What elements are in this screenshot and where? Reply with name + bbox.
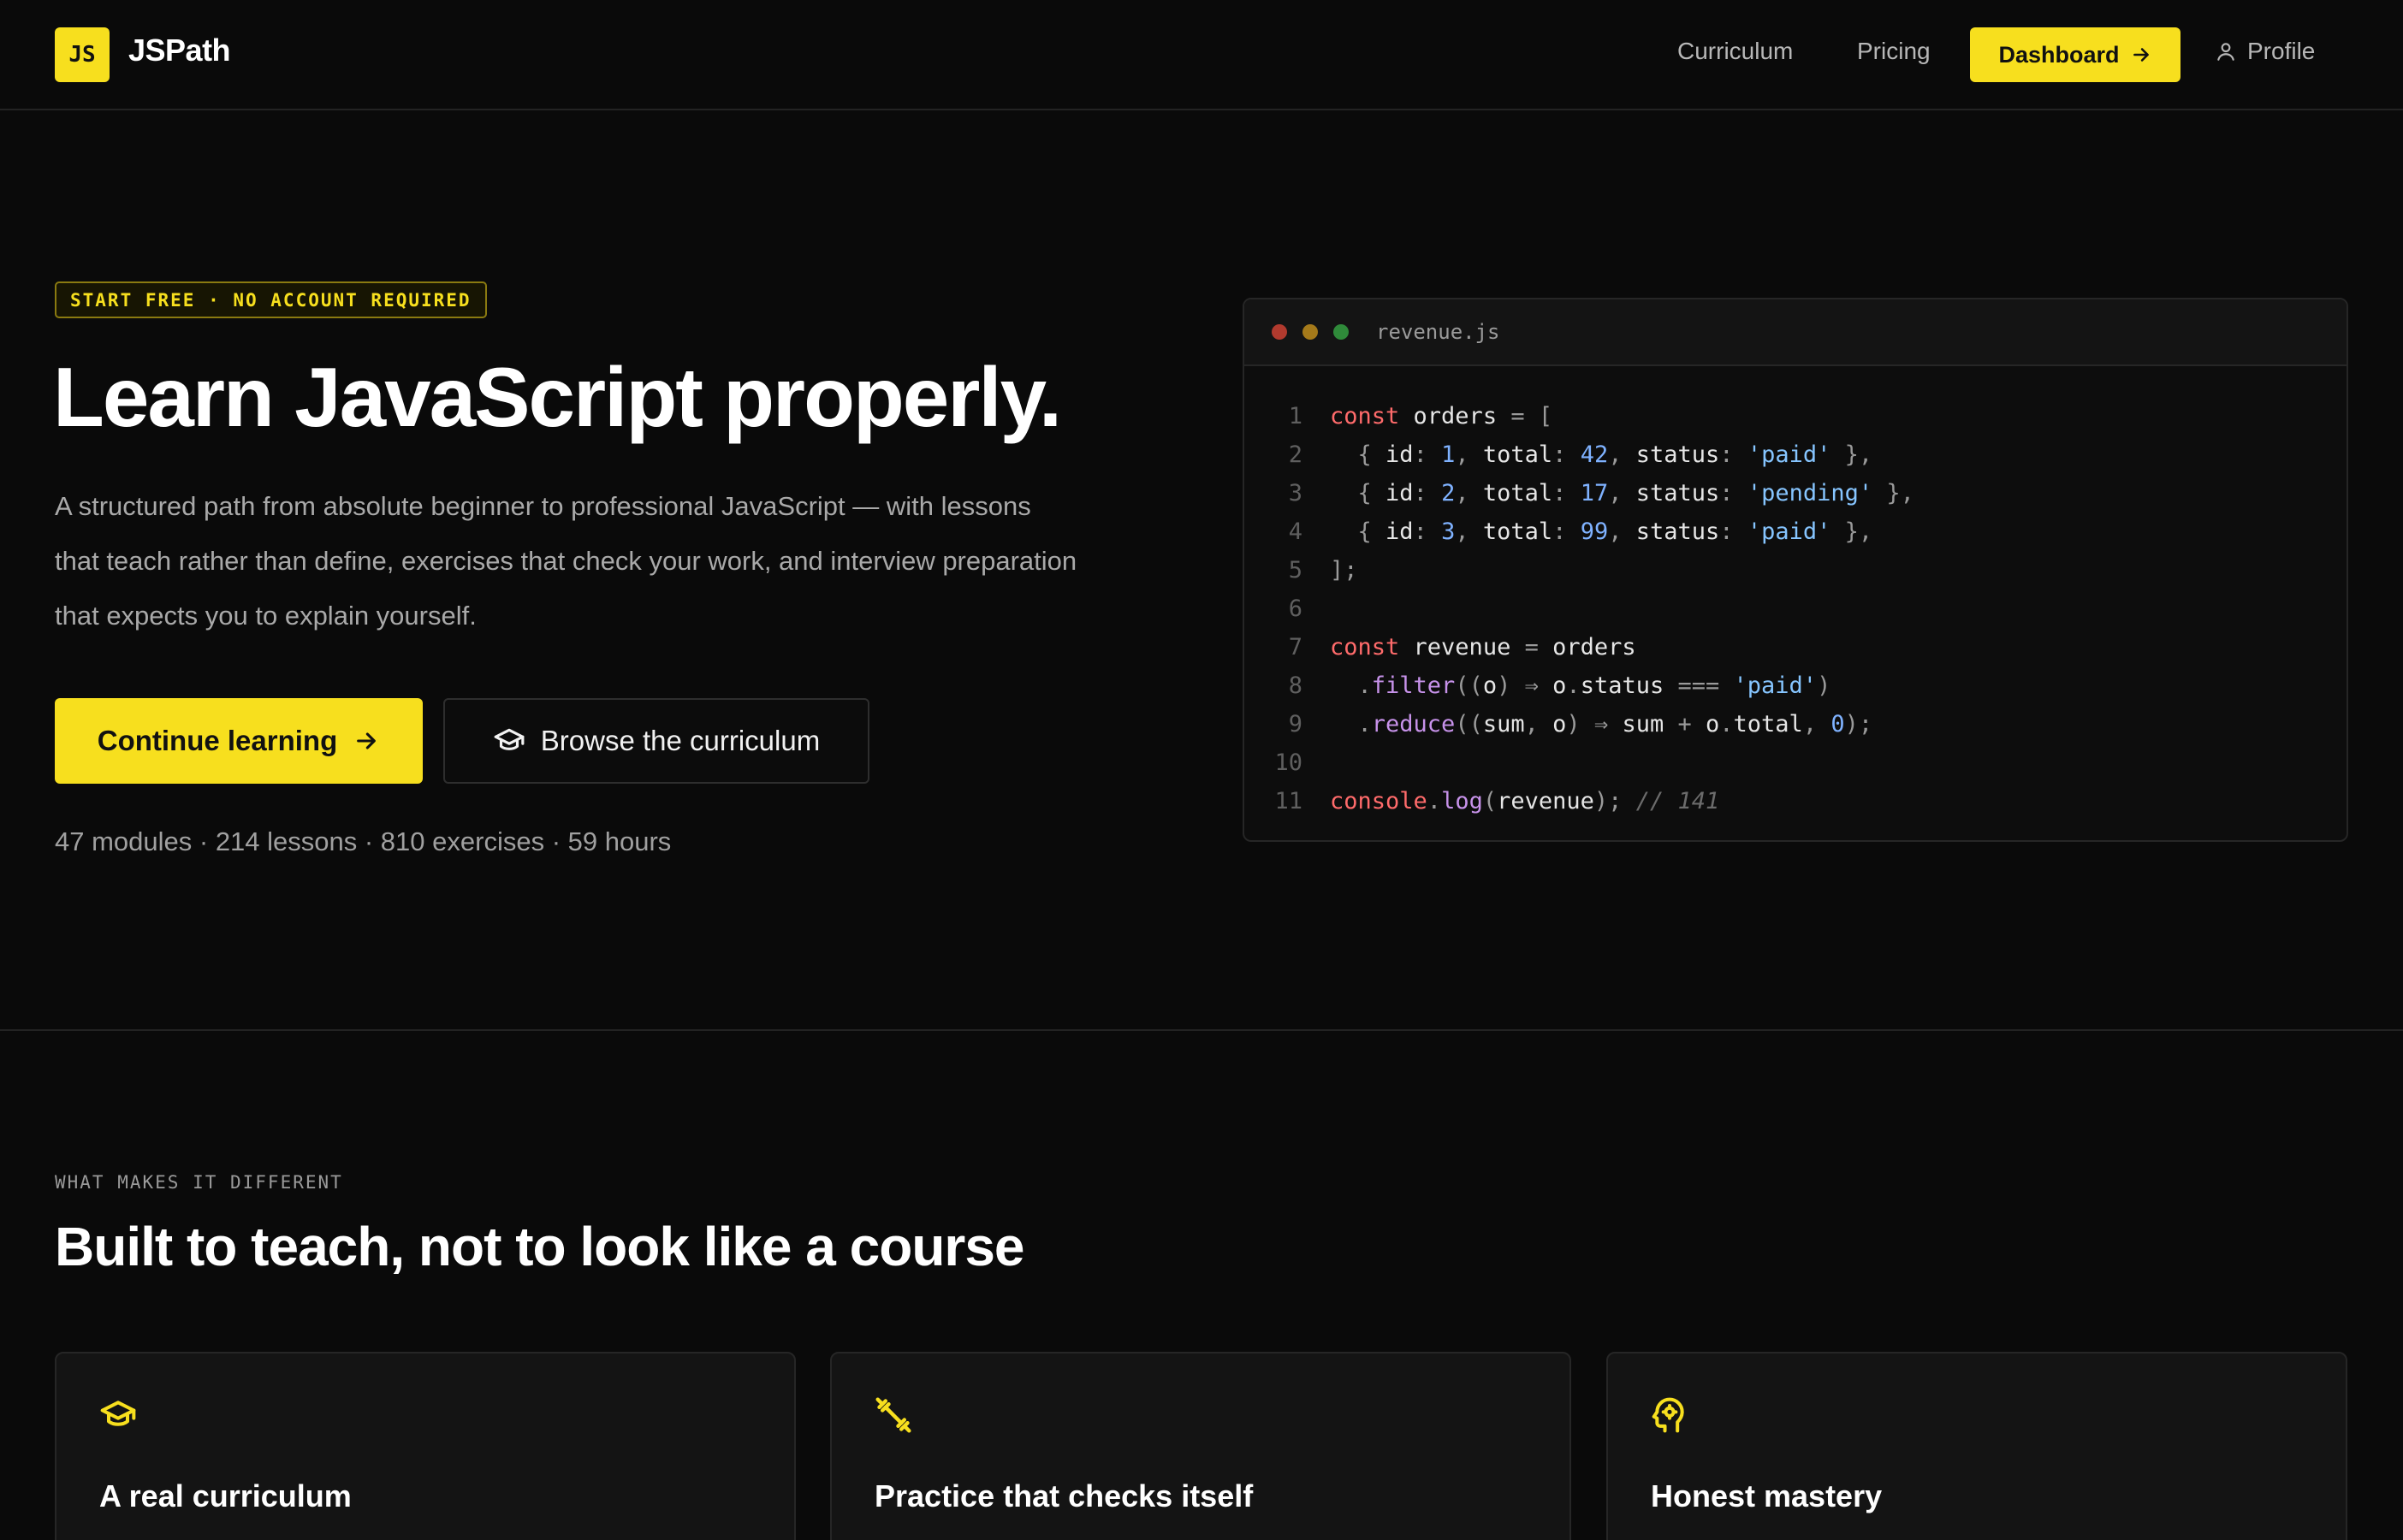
code-filename: revenue.js [1376, 320, 1500, 344]
profile-label: Profile [2247, 38, 2316, 64]
feature-card-mastery: Honest mastery [1606, 1352, 2347, 1540]
feature-card-title: A real curriculum [99, 1478, 352, 1513]
code-line: 10 [1244, 743, 2347, 782]
code-line: 3 { id: 2, total: 17, status: 'pending' … [1244, 474, 2347, 512]
code-line: 1 const orders = [ [1244, 397, 2347, 435]
brain-head-icon [1651, 1396, 1688, 1434]
dumbbell-icon [875, 1396, 912, 1434]
feature-card-title: Practice that checks itself [875, 1478, 1254, 1513]
code-text: const orders = [ [1330, 403, 1553, 429]
user-icon [2215, 40, 2237, 62]
feature-card-title: Honest mastery [1651, 1478, 1883, 1513]
code-text: const revenue = orders [1330, 634, 1636, 660]
nav-pricing-link[interactable]: Pricing [1857, 38, 1931, 65]
maximize-dot-icon [1333, 324, 1349, 340]
line-number: 10 [1274, 749, 1302, 776]
line-number: 2 [1288, 441, 1302, 468]
line-number: 8 [1288, 672, 1302, 699]
code-line: 8 .filter((o) ⇒ o.status === 'paid') [1244, 666, 2347, 705]
code-text: { id: 3, total: 99, status: 'paid' }, [1357, 518, 1873, 545]
code-line: 11 console.log(revenue); // 141 [1244, 782, 2347, 820]
code-editor-window: revenue.js 1 const orders = [ 2 { id: 1, … [1243, 298, 2348, 842]
code-line: 2 { id: 1, total: 42, status: 'paid' }, [1244, 435, 2347, 474]
line-number: 11 [1274, 788, 1302, 814]
code-text: { id: 1, total: 42, status: 'paid' }, [1357, 441, 1873, 468]
hero-description: A structured path from absolute beginner… [55, 491, 1077, 631]
brand-name[interactable]: JSPath [128, 33, 231, 68]
dashboard-button[interactable]: Dashboard [1970, 27, 2180, 82]
hero-title: Learn JavaScript properly. [53, 350, 1062, 444]
code-text: { id: 2, total: 17, status: 'pending' }, [1357, 480, 1914, 506]
section-divider [0, 1029, 2403, 1031]
line-number: 3 [1288, 480, 1302, 506]
arrow-right-icon [2130, 44, 2152, 66]
dashboard-button-label: Dashboard [1998, 41, 2120, 68]
line-number: 1 [1288, 403, 1302, 429]
browse-curriculum-label: Browse the curriculum [540, 725, 821, 756]
line-number: 4 [1288, 518, 1302, 545]
section-eyebrow: WHAT MAKES IT DIFFERENT [55, 1172, 343, 1193]
start-free-badge: START FREE · NO ACCOUNT REQUIRED [55, 281, 487, 318]
code-window-titlebar: revenue.js [1244, 299, 2347, 366]
graduation-cap-icon [493, 725, 525, 757]
site-header: JS JSPath Curriculum Pricing Dashboard P… [0, 0, 2403, 110]
graduation-cap-icon [99, 1396, 137, 1434]
nav-curriculum-link[interactable]: Curriculum [1677, 38, 1793, 65]
minimize-dot-icon [1302, 324, 1318, 340]
line-number: 6 [1288, 595, 1302, 622]
feature-card-practice: Practice that checks itself [830, 1352, 1571, 1540]
continue-learning-label: Continue learning [97, 725, 338, 756]
code-line: 5]; [1244, 551, 2347, 589]
code-text: console.log(revenue); // 141 [1330, 788, 1720, 814]
line-number: 5 [1288, 557, 1302, 583]
code-body: 1 const orders = [ 2 { id: 1, total: 42, … [1244, 366, 2347, 820]
line-number: 9 [1288, 711, 1302, 737]
feature-card-curriculum: A real curriculum [55, 1352, 796, 1540]
code-line: 9 .reduce((sum, o) ⇒ sum + o.total, 0); [1244, 705, 2347, 743]
section-title: Built to teach, not to look like a cours… [55, 1216, 1024, 1277]
continue-learning-button[interactable]: Continue learning [55, 698, 423, 784]
code-text: .filter((o) ⇒ o.status === 'paid') [1357, 672, 1831, 699]
code-text: .reduce((sum, o) ⇒ sum + o.total, 0); [1357, 711, 1873, 737]
code-line: 6 [1244, 589, 2347, 628]
line-number: 7 [1288, 634, 1302, 660]
close-dot-icon [1272, 324, 1287, 340]
code-line: 7 const revenue = orders [1244, 628, 2347, 666]
course-stats: 47 modules · 214 lessons · 810 exercises… [55, 826, 672, 856]
code-line: 4 { id: 3, total: 99, status: 'paid' }, [1244, 512, 2347, 551]
code-text: ]; [1330, 557, 1358, 583]
browse-curriculum-button[interactable]: Browse the curriculum [443, 698, 869, 784]
profile-link[interactable]: Profile [2215, 38, 2315, 65]
arrow-right-icon [353, 727, 380, 755]
logo-badge[interactable]: JS [55, 27, 110, 82]
